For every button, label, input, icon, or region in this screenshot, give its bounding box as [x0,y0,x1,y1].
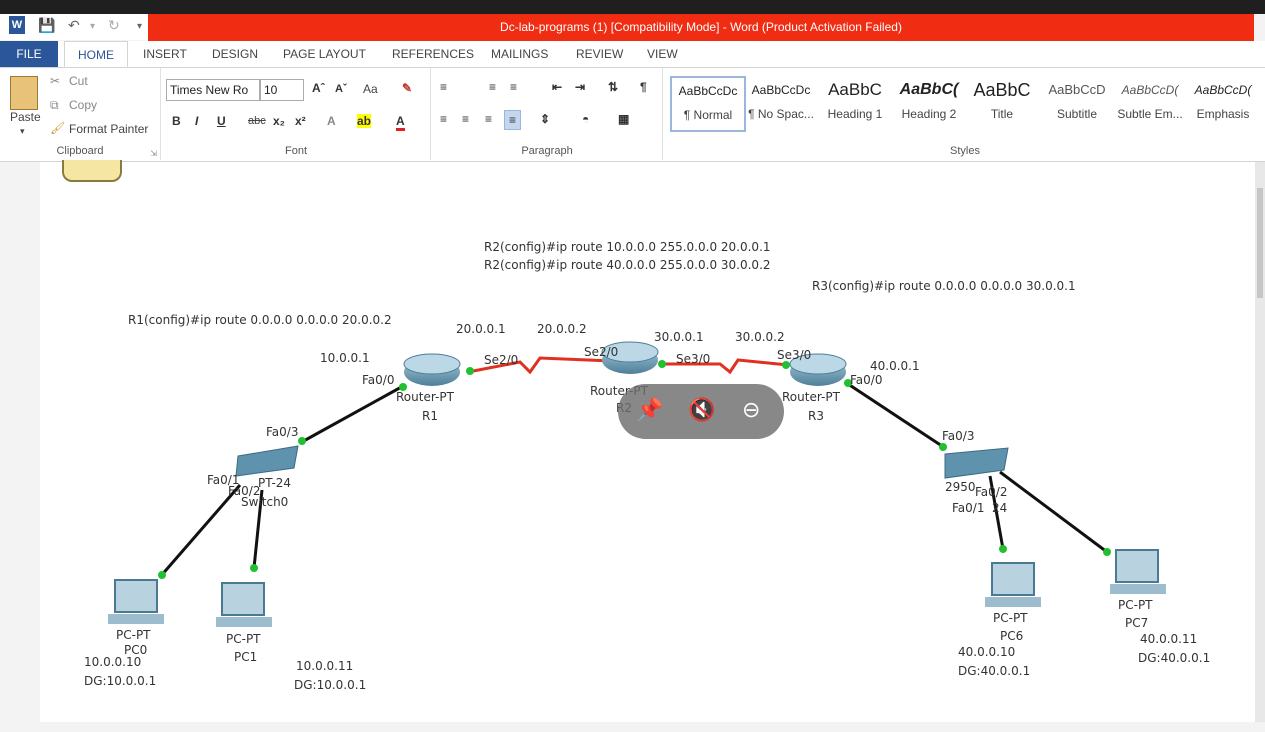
link-r1-switch0 [299,383,406,445]
pc1-ip: 10.0.0.11 [296,659,353,673]
cmd-r2-line2: R2(config)#ip route 40.0.0.0 255.0.0.0 3… [484,258,771,272]
pc7-dg: DG:40.0.0.1 [1138,651,1210,665]
link-switch0-pc0 [158,484,242,578]
ip-r1-fa: 10.0.0.1 [320,351,370,365]
pc7-name: PC7 [1125,616,1148,630]
sw1-model: 2950 [945,480,976,494]
pc1-type: PC-PT [226,632,261,646]
sw0-port-fa3: Fa0/3 [266,425,298,439]
pc6-ip: 40.0.0.10 [958,645,1015,659]
pc7-ip: 40.0.0.11 [1140,632,1197,646]
r3-name-label: R3 [808,409,824,423]
pc0-icon [108,579,164,624]
pc1-dg: DG:10.0.0.1 [294,678,366,692]
pc6-dg: DG:40.0.0.1 [958,664,1030,678]
port-r2-se-right: Se3/0 [676,352,710,366]
port-r3-se: Se3/0 [777,348,811,362]
cmd-r2-line1: R2(config)#ip route 10.0.0.0 255.0.0.0 2… [484,240,771,254]
link-switch1-pc7 [999,470,1108,554]
ip-r3-se: 30.0.0.2 [735,330,785,344]
pc6-icon [985,562,1041,607]
ip-r1-se: 20.0.0.1 [456,322,506,336]
mute-icon[interactable]: 🔇 [688,397,715,423]
ip-r3-fa: 40.0.0.1 [870,359,920,373]
pc1-name: PC1 [234,650,257,664]
switch0 [235,445,299,477]
switch1 [944,447,1009,479]
router-r1 [403,353,461,386]
sw1-port-fa2: Fa0/2 [975,485,1007,499]
pc0-dg: DG:10.0.0.1 [84,674,156,688]
sw1-port-fa3: Fa0/3 [942,429,974,443]
r1-name-label: R1 [422,409,438,423]
ip-r2-se-left: 20.0.0.2 [537,322,587,336]
ip-r2-se-right: 30.0.0.1 [654,330,704,344]
port-r2-se-left: Se2/0 [584,345,618,359]
pc7-icon [1110,549,1166,594]
r1-type-label: Router-PT [396,390,455,404]
pc6-type: PC-PT [993,611,1028,625]
port-r1-fa: Fa0/0 [362,373,394,387]
sw0-model: PT-24 [258,476,291,490]
sw1-port-fa1: Fa0/1 [952,501,984,515]
link-r3-switch1 [844,380,946,450]
port-r1-se: Se2/0 [484,353,518,367]
minimize-icon[interactable]: ⊖ [742,397,760,423]
r3-type-label: Router-PT [782,390,841,404]
pin-icon[interactable]: 📌 [636,397,663,423]
pc0-type: PC-PT [116,628,151,642]
pc6-name: PC6 [1000,629,1023,643]
pc0-ip: 10.0.0.10 [84,655,141,669]
cmd-r1: R1(config)#ip route 0.0.0.0 0.0.0.0 20.0… [128,313,392,327]
cmd-r3: R3(config)#ip route 0.0.0.0 0.0.0.0 30.0… [812,279,1076,293]
sw1-suffix: 24 [992,501,1007,515]
pc1-icon [216,582,272,627]
media-overlay: 📌 🔇 ⊖ [618,384,784,439]
pc7-type: PC-PT [1118,598,1153,612]
port-r3-fa: Fa0/0 [850,373,882,387]
network-diagram: R2(config)#ip route 10.0.0.0 255.0.0.0 2… [84,240,1210,692]
sw0-name: Switch0 [241,495,288,509]
